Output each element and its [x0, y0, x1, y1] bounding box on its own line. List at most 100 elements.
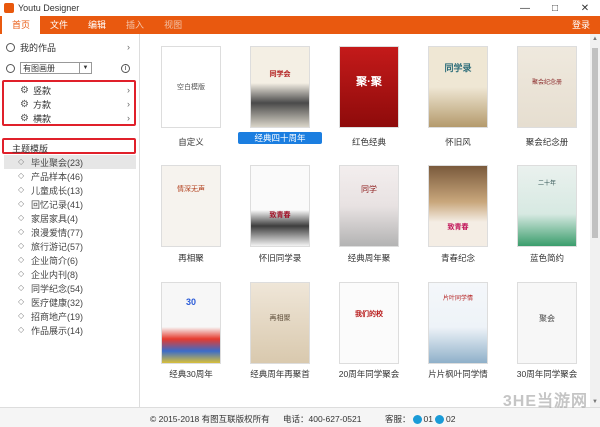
category-label: 产品样本(46)	[31, 171, 84, 182]
category-item[interactable]: ◇ 医疗健康(32)	[4, 295, 136, 309]
template-label[interactable]: 红色经典	[327, 136, 411, 148]
vertical-scrollbar[interactable]: ▲ ▼	[590, 34, 600, 407]
album-type-select[interactable]: 有图画册 ▼	[20, 62, 92, 74]
menu-edit[interactable]: 编辑	[78, 16, 116, 34]
my-works-label: 我的作品	[20, 42, 57, 53]
tag-icon: ◇	[18, 297, 25, 306]
info-icon[interactable]: i	[121, 63, 130, 73]
template-cover[interactable]: 同学会	[250, 46, 310, 128]
tag-icon: ◇	[18, 283, 25, 292]
category-item[interactable]: ◇ 产品样本(46)	[4, 169, 136, 183]
menu-file[interactable]: 文件	[40, 16, 78, 34]
category-label: 毕业聚会(23)	[31, 157, 84, 168]
window-controls: — □ ✕	[510, 0, 600, 16]
template-cover[interactable]: 再相聚	[250, 282, 310, 364]
category-label: 招商地产(19)	[31, 311, 84, 322]
cover-text: 同学会	[269, 71, 291, 78]
category-item[interactable]: ◇ 作品展示(14)	[4, 323, 136, 337]
template-cover[interactable]: 致青春	[250, 165, 310, 247]
tag-icon: ◇	[18, 213, 25, 222]
category-label: 儿童成长(13)	[31, 185, 84, 196]
template-label[interactable]: 聚会纪念册	[505, 136, 589, 148]
scroll-up-icon[interactable]: ▲	[590, 34, 600, 44]
scroll-thumb[interactable]	[592, 48, 598, 238]
category-label: 回忆记录(41)	[31, 199, 84, 210]
template-label[interactable]: 经典周年再聚首	[238, 368, 322, 380]
album-type-row: 有图画册 ▼ i	[0, 60, 138, 76]
service-label: 客服：	[385, 414, 411, 424]
gear-icon: ⚙	[20, 84, 29, 96]
category-label: 同学纪念(54)	[31, 283, 84, 294]
template-label[interactable]: 经典周年聚	[327, 252, 411, 264]
qq-2-label[interactable]: 02	[446, 414, 455, 424]
format-landscape[interactable]: ⚙ 横款 ›	[0, 110, 138, 126]
template-label-selected[interactable]: 经典四十周年	[238, 132, 322, 144]
qq-1-label[interactable]: 01	[424, 414, 433, 424]
template-blank[interactable]: 空白模版	[161, 46, 221, 128]
chevron-right-icon: ›	[127, 85, 130, 95]
menu-view[interactable]: 视图	[154, 16, 192, 34]
template-label[interactable]: 20周年同学聚会	[327, 368, 411, 380]
category-item[interactable]: ◇ 旅行游记(57)	[4, 239, 136, 253]
category-item[interactable]: ◇ 同学纪念(54)	[4, 281, 136, 295]
template-label[interactable]: 自定义	[149, 136, 233, 148]
menu-bar: 首页 文件 编辑 插入 视图 登录	[0, 16, 600, 34]
title-bar: Youtu Designer — □ ✕	[0, 0, 600, 16]
template-cover[interactable]: 情深无声	[161, 165, 221, 247]
template-label[interactable]: 片片枫叶同学情	[416, 368, 500, 380]
category-item[interactable]: ◇ 儿童成长(13)	[4, 183, 136, 197]
category-item[interactable]: ◇ 家居家具(4)	[4, 211, 136, 225]
tag-icon: ◇	[18, 227, 25, 236]
template-label[interactable]: 蓝色简约	[505, 252, 589, 264]
template-cover[interactable]: 聚·聚	[339, 46, 399, 128]
menu-home[interactable]: 首页	[2, 16, 41, 34]
template-cover[interactable]: 片叶同学情	[428, 282, 488, 364]
template-label[interactable]: 怀旧风	[416, 136, 500, 148]
tag-icon: ◇	[18, 269, 25, 278]
menu-insert[interactable]: 插入	[116, 16, 154, 34]
album-type-value: 有图画册	[23, 63, 55, 73]
cover-text: 我们的校	[355, 311, 383, 318]
cover-text: 聚会	[539, 314, 555, 323]
minimize-button[interactable]: —	[510, 0, 540, 16]
scroll-down-icon[interactable]: ▼	[590, 397, 600, 407]
template-label[interactable]: 怀旧同学录	[238, 252, 322, 264]
template-cover[interactable]: 二十年	[517, 165, 577, 247]
category-label: 旅行游记(57)	[31, 241, 84, 252]
qq-icon[interactable]	[434, 414, 444, 424]
template-label[interactable]: 青春纪念	[416, 252, 500, 264]
my-works-item[interactable]: 我的作品 ›	[0, 39, 138, 55]
category-item[interactable]: ◇ 企业内刊(8)	[4, 267, 136, 281]
phone-text: 电话：400-627-0521	[283, 414, 362, 424]
chevron-right-icon: ›	[127, 42, 130, 52]
theme-section-title[interactable]: 主题模版	[12, 142, 48, 155]
login-link[interactable]: 登录	[572, 16, 590, 34]
category-label: 企业简介(6)	[31, 255, 78, 266]
template-cover[interactable]: 同学	[339, 165, 399, 247]
template-label[interactable]: 再相聚	[149, 252, 233, 264]
category-label: 作品展示(14)	[31, 325, 84, 336]
template-cover[interactable]: 30	[161, 282, 221, 364]
cover-text: 聚·聚	[356, 76, 382, 88]
template-cover[interactable]: 我们的校	[339, 282, 399, 364]
close-button[interactable]: ✕	[570, 0, 600, 16]
template-cover[interactable]: 致青春	[428, 165, 488, 247]
template-cover[interactable]: 聚会	[517, 282, 577, 364]
category-item[interactable]: ◇ 回忆记录(41)	[4, 197, 136, 211]
category-item[interactable]: ◇ 浪漫爱情(77)	[4, 225, 136, 239]
category-item[interactable]: ◇ 招商地产(19)	[4, 309, 136, 323]
category-item[interactable]: ◇ 企业简介(6)	[4, 253, 136, 267]
service-area: 客服： 01 02	[385, 413, 455, 425]
tag-icon: ◇	[18, 311, 25, 320]
template-cover[interactable]: 同学录	[428, 46, 488, 128]
qq-icon[interactable]	[412, 414, 422, 424]
maximize-button[interactable]: □	[540, 0, 570, 16]
template-label[interactable]: 经典30周年	[149, 368, 233, 380]
template-label[interactable]: 30周年同学聚会	[505, 368, 589, 380]
category-item[interactable]: ◇ 毕业聚会(23)	[4, 155, 136, 169]
app-logo-icon	[4, 3, 14, 13]
cover-text: 致青春	[447, 224, 469, 231]
template-cover[interactable]: 聚会纪念册	[517, 46, 577, 128]
tag-icon: ◇	[18, 157, 25, 166]
window-title: Youtu Designer	[18, 3, 80, 13]
